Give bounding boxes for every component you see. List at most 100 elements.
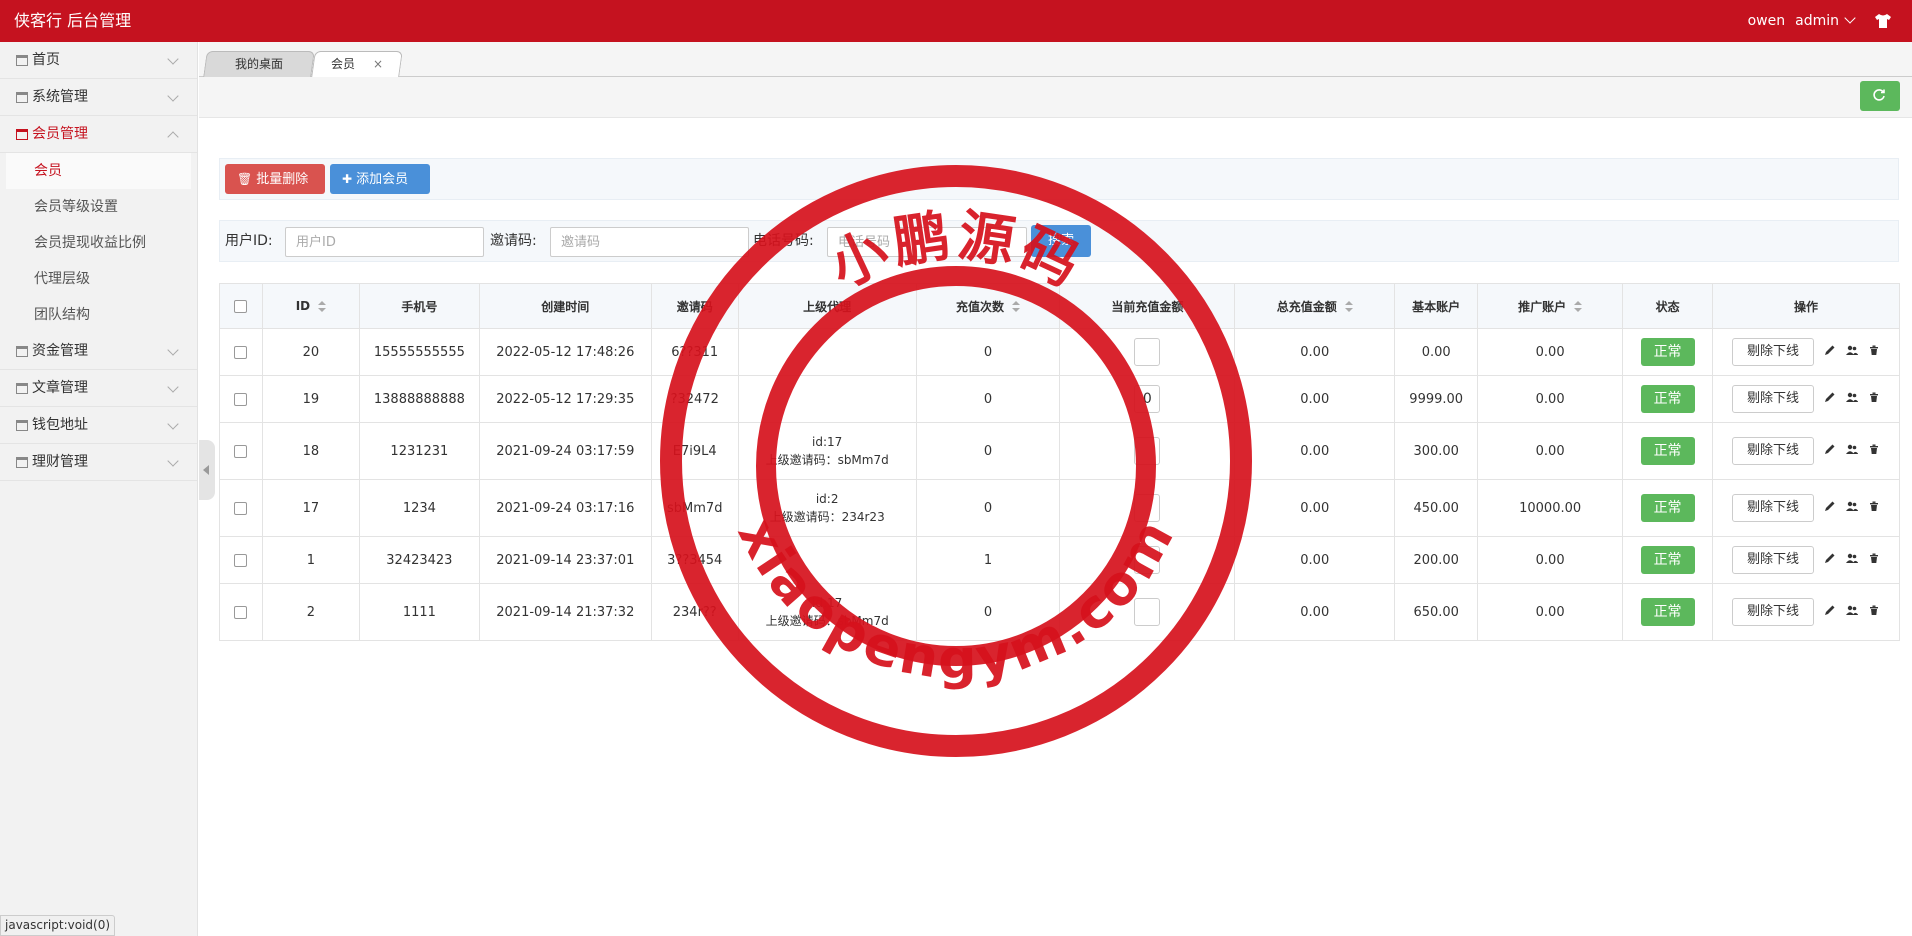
row-checkbox[interactable] [234,553,248,567]
col-created: 创建时间 [478,283,652,329]
remove-downline-button[interactable]: 剔除下线 [1732,338,1815,366]
status-button[interactable]: 正常 [1640,598,1695,626]
cell-promo: 0.00 [1477,422,1624,480]
sidebar-subitem[interactable]: 会员等级设置 [0,189,197,225]
trash-icon[interactable] [1868,604,1880,616]
page-toolbar [199,77,1912,118]
edit-icon[interactable] [1824,552,1836,564]
team-icon[interactable] [1846,604,1859,616]
row-checkbox[interactable] [234,444,248,458]
sidebar-item[interactable]: 系统管理 [0,79,197,116]
col-promo[interactable]: 推广账户 [1477,283,1624,329]
cell-id: 17 [261,479,360,537]
col-total-amount[interactable]: 总充值金额 [1234,283,1396,329]
team-icon[interactable] [1846,443,1859,455]
user-id-input[interactable] [285,227,484,257]
close-icon[interactable]: × [373,57,383,71]
trash-icon[interactable] [1868,391,1880,403]
cell-created: 2021-09-24 03:17:16 [478,479,652,537]
status-button[interactable]: 正常 [1640,338,1695,366]
col-id[interactable]: ID [261,283,360,329]
sidebar-item[interactable]: 会员管理 [0,116,197,153]
row-checkbox[interactable] [234,392,248,406]
cell-basic: 200.00 [1394,536,1479,584]
user-menu[interactable]: owen admin [1748,0,1856,42]
current-amount-input[interactable] [1134,546,1161,574]
tab-members[interactable]: 会员 × [311,51,403,77]
remove-downline-button[interactable]: 剔除下线 [1732,598,1815,626]
sidebar-subitem[interactable]: 代理层级 [0,261,197,297]
col-label: 推广账户 [1518,299,1567,314]
cell-current-amount [1059,328,1236,376]
sidebar-item[interactable]: 钱包地址 [0,407,197,444]
cell-status: 正常 [1622,375,1714,423]
row-checkbox[interactable] [234,605,248,619]
sidebar-collapse-handle[interactable] [199,440,215,500]
team-icon[interactable] [1846,391,1859,403]
trash-icon[interactable] [1868,552,1880,564]
current-amount-input[interactable] [1134,437,1161,465]
phone-input[interactable] [827,227,1027,257]
row-select-cell [219,328,263,376]
edit-icon[interactable] [1824,604,1836,616]
remove-downline-button[interactable]: 剔除下线 [1732,437,1815,465]
sort-icon[interactable] [318,300,327,313]
sort-icon[interactable] [1344,301,1353,313]
cell-status: 正常 [1622,422,1714,480]
current-amount-input[interactable] [1134,338,1161,366]
row-checkbox[interactable] [234,501,248,515]
remove-downline-button[interactable]: 剔除下线 [1732,494,1815,522]
col-actions: 操作 [1712,283,1900,329]
sidebar-item-label: 会员管理 [32,126,88,142]
cell-promo: 0.00 [1477,536,1624,584]
status-button[interactable]: 正常 [1640,437,1695,465]
col-phone: 手机号 [358,283,480,329]
refresh-button[interactable] [1860,81,1900,111]
col-label: 充值次数 [956,299,1005,314]
batch-delete-button[interactable]: 🗑︎ 批量删除 [225,164,325,194]
refresh-icon [1873,89,1885,101]
status-button[interactable]: 正常 [1640,494,1695,522]
edit-icon[interactable] [1824,391,1836,403]
remove-downline-button[interactable]: 剔除下线 [1732,385,1815,413]
sidebar-subitem[interactable]: 会员提现收益比例 [0,225,197,261]
sidebar-item[interactable]: 理财管理 [0,444,197,481]
col-label: 总充值金额 [1276,299,1337,314]
sidebar-subitem[interactable]: 会员 [6,153,191,189]
row-checkbox[interactable] [234,345,248,359]
cell-actions: 剔除下线 [1712,583,1900,641]
trash-icon[interactable] [1868,500,1880,512]
sidebar-item[interactable]: 文章管理 [0,370,197,407]
current-amount-input[interactable] [1134,494,1161,522]
cell-id: 2 [261,583,360,641]
remove-downline-button[interactable]: 剔除下线 [1732,546,1815,574]
tab-dashboard[interactable]: 我的桌面 [203,51,315,77]
invite-code-input[interactable] [550,227,749,257]
sidebar-subitem[interactable]: 团队结构 [0,297,197,333]
search-submit-button[interactable]: 搜索 [1031,225,1091,257]
sidebar-item[interactable]: 首页 [0,42,197,79]
cell-recharge-count: 0 [915,422,1061,480]
team-icon[interactable] [1846,500,1859,512]
sort-icon[interactable] [1012,301,1021,313]
status-button[interactable]: 正常 [1640,385,1695,413]
current-amount-input[interactable] [1134,598,1161,626]
edit-icon[interactable] [1824,344,1836,356]
trash-icon[interactable] [1868,344,1880,356]
tshirt-icon[interactable] [1874,13,1892,29]
status-button[interactable]: 正常 [1640,546,1695,574]
menu-list-icon [16,55,28,66]
sidebar-item[interactable]: 资金管理 [0,333,197,370]
team-icon[interactable] [1846,344,1859,356]
col-recharge-count[interactable]: 充值次数 [915,283,1061,329]
team-icon[interactable] [1846,552,1859,564]
current-amount-input[interactable]: 0 [1134,385,1161,413]
edit-icon[interactable] [1824,443,1836,455]
add-member-button[interactable]: ✚ 添加会员 [330,164,430,194]
edit-icon[interactable] [1824,500,1836,512]
cell-actions: 剔除下线 [1712,479,1900,537]
select-all-checkbox[interactable] [234,300,248,313]
sort-icon[interactable] [1574,301,1583,313]
trash-icon[interactable] [1868,443,1880,455]
add-member-label: 添加会员 [356,172,409,187]
